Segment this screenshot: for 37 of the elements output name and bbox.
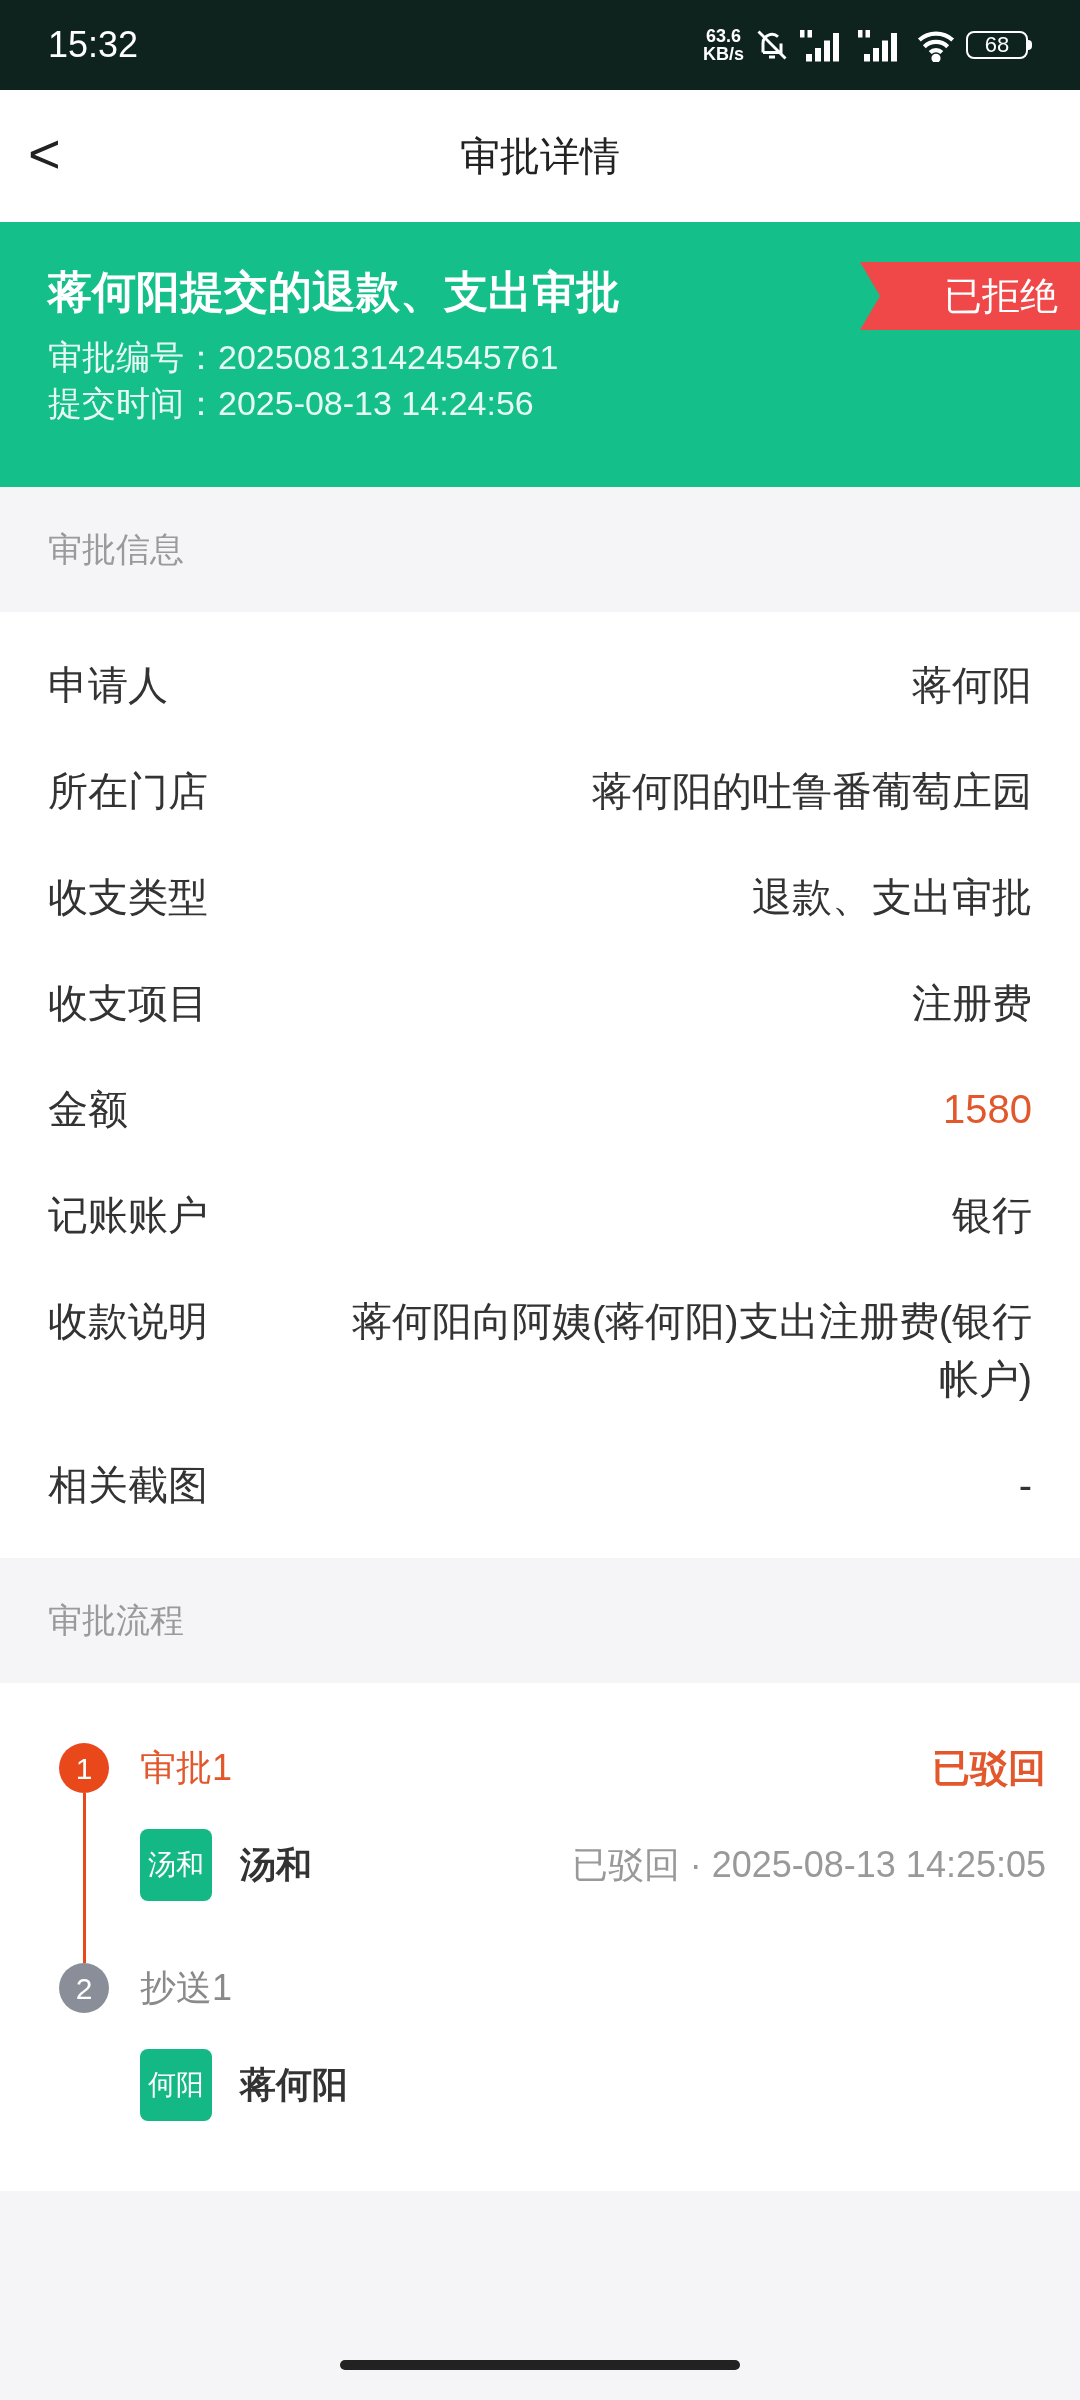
- step-number: 2: [59, 1963, 109, 2013]
- banner-meta: 审批编号：202508131424545761: [48, 337, 560, 378]
- field-label: 收支项目: [48, 980, 208, 1027]
- field-value: 蒋何阳向阿姨(蒋何阳)支出注册费(银行帐户): [352, 1298, 1032, 1403]
- step-number: 1: [59, 1743, 109, 1793]
- field-label: 收款说明: [48, 1298, 208, 1345]
- net-speed: 63.6: [705, 27, 741, 45]
- person-name: 蒋何阳: [240, 2063, 348, 2107]
- field-label: 相关截图: [48, 1462, 208, 1509]
- banner-meta: 提交时间：2025-08-13 14:24:56: [48, 383, 535, 424]
- section-title: 审批信息: [48, 529, 184, 570]
- field-value: 银行: [952, 1192, 1032, 1239]
- step-name: 审批1: [140, 1746, 233, 1790]
- field-label: 所在门店: [48, 768, 208, 815]
- page-title: 审批详情: [460, 133, 620, 180]
- avatar: 何阳: [140, 2049, 212, 2121]
- avatar: 汤和: [140, 1829, 212, 1901]
- step-detail: 已驳回 · 2025-08-13 14:25:05: [571, 1843, 1046, 1887]
- back-button[interactable]: <: [24, 122, 65, 186]
- banner-title: 蒋何阳提交的退款、支出审批: [48, 266, 620, 318]
- person-name: 汤和: [240, 1843, 312, 1887]
- rejected-ribbon: 已拒绝: [860, 262, 1080, 330]
- clock: 15:32: [48, 23, 139, 67]
- step-name: 抄送1: [140, 1966, 233, 2010]
- field-value: 注册费: [912, 980, 1032, 1027]
- field-label: 收支类型: [48, 874, 208, 921]
- section-title: 审批流程: [48, 1600, 184, 1641]
- net-speed-unit: KB/s: [703, 45, 744, 63]
- field-value: 退款、支出审批: [752, 874, 1032, 921]
- step-result: 已驳回: [932, 1745, 1046, 1791]
- field-value: 蒋何阳的吐鲁番葡萄庄园: [592, 768, 1032, 815]
- field-value: 蒋何阳: [912, 662, 1032, 709]
- field-value: 1580: [943, 1086, 1032, 1133]
- field-value: -: [1018, 1462, 1032, 1509]
- field-label: 申请人: [48, 662, 168, 709]
- field-label: 记账账户: [48, 1192, 208, 1239]
- field-label: 金额: [48, 1086, 128, 1133]
